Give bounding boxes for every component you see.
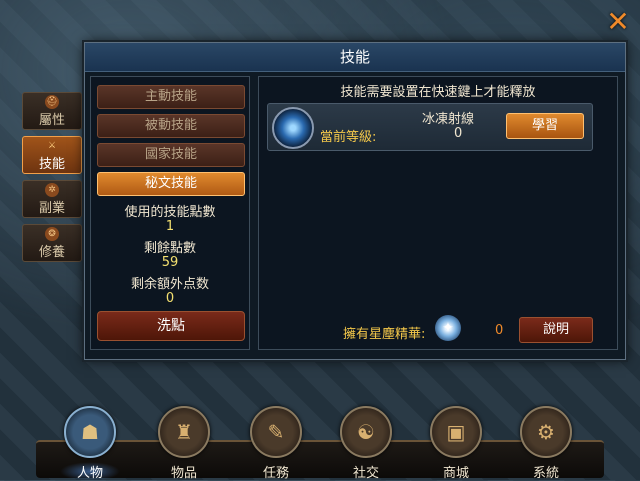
category-nation-skills[interactable]: 國家技能	[97, 143, 245, 167]
close-icon[interactable]: ✕	[604, 8, 632, 36]
side-tab-label: 屬性	[38, 113, 65, 128]
remaining-points-label: 剩餘點數	[143, 241, 196, 256]
skill-name: 冰凍射線	[421, 112, 474, 127]
used-points-label: 使用的技能點數	[124, 205, 216, 220]
nav-label: 人物	[60, 462, 120, 481]
stardust-icon: ✦	[435, 315, 461, 341]
category-active-skills[interactable]: 主動技能	[97, 85, 245, 109]
character-icon: ☗	[64, 406, 116, 458]
side-tab-attributes[interactable]: ⛑ 屬性	[22, 92, 82, 130]
nav-quests[interactable]: ✎ 任務	[246, 406, 306, 481]
extra-points-value: 0	[165, 291, 175, 306]
hotkey-hint: 技能需要設置在快速鍵上才能釋放	[340, 85, 536, 100]
nav-social[interactable]: ☯ 社交	[336, 406, 396, 481]
level-label: 當前等級:	[320, 130, 377, 145]
nav-label: 物品	[170, 466, 197, 481]
skill-detail-column: 技能需要設置在快速鍵上才能釋放 冰凍射線 當前等級: 0 學習 擁有星塵精華: …	[258, 76, 618, 350]
skill-row[interactable]: 冰凍射線 當前等級: 0 學習	[267, 103, 593, 151]
nav-shop[interactable]: ▣ 商城	[426, 406, 486, 481]
nav-label: 商城	[442, 466, 469, 481]
nav-system[interactable]: ⚙ 系統	[516, 406, 576, 481]
side-tab-profession[interactable]: ✲ 副業	[22, 180, 82, 218]
used-points-value: 1	[165, 219, 175, 234]
gear-icon: ✲	[45, 183, 59, 197]
stardust-label: 擁有星塵精華:	[343, 327, 426, 342]
bag-icon: ♜	[158, 406, 210, 458]
chest-icon: ▣	[430, 406, 482, 458]
nav-label: 系統	[532, 466, 559, 481]
nav-character[interactable]: ☗ 人物	[60, 406, 120, 481]
skill-category-column: 主動技能 被動技能 國家技能 秘文技能 使用的技能點數 1 剩餘點數 59 剩余…	[90, 76, 250, 350]
side-tab-label: 修養	[38, 245, 65, 260]
remaining-points-value: 59	[161, 255, 179, 270]
nav-label: 社交	[352, 466, 379, 481]
learn-button[interactable]: 學習	[506, 113, 584, 139]
explain-button[interactable]: 說明	[519, 317, 593, 343]
nav-items[interactable]: ♜ 物品	[154, 406, 214, 481]
side-tab-label: 技能	[38, 157, 65, 172]
stardust-value: 0	[495, 323, 504, 338]
helmet-icon: ⛑	[45, 95, 59, 109]
side-tab-label: 副業	[38, 201, 65, 216]
level-value: 0	[454, 126, 463, 141]
side-tab-skills[interactable]: ⚔ 技能	[22, 136, 82, 174]
category-passive-skills[interactable]: 被動技能	[97, 114, 245, 138]
settings-icon: ⚙	[520, 406, 572, 458]
extra-points-label: 剩余額外点数	[130, 277, 209, 292]
skill-icon: ⚔	[47, 141, 57, 151]
nav-label: 任務	[262, 466, 289, 481]
panel-title: 技能	[85, 43, 625, 72]
reset-points-button[interactable]: 洗點	[97, 311, 245, 341]
emblem-icon: ❂	[45, 227, 59, 241]
category-rune-skills[interactable]: 秘文技能	[97, 172, 245, 196]
handshake-icon: ☯	[340, 406, 392, 458]
scroll-icon: ✎	[250, 406, 302, 458]
ice-beam-icon	[272, 107, 314, 149]
side-tab-cultivation[interactable]: ❂ 修養	[22, 224, 82, 262]
